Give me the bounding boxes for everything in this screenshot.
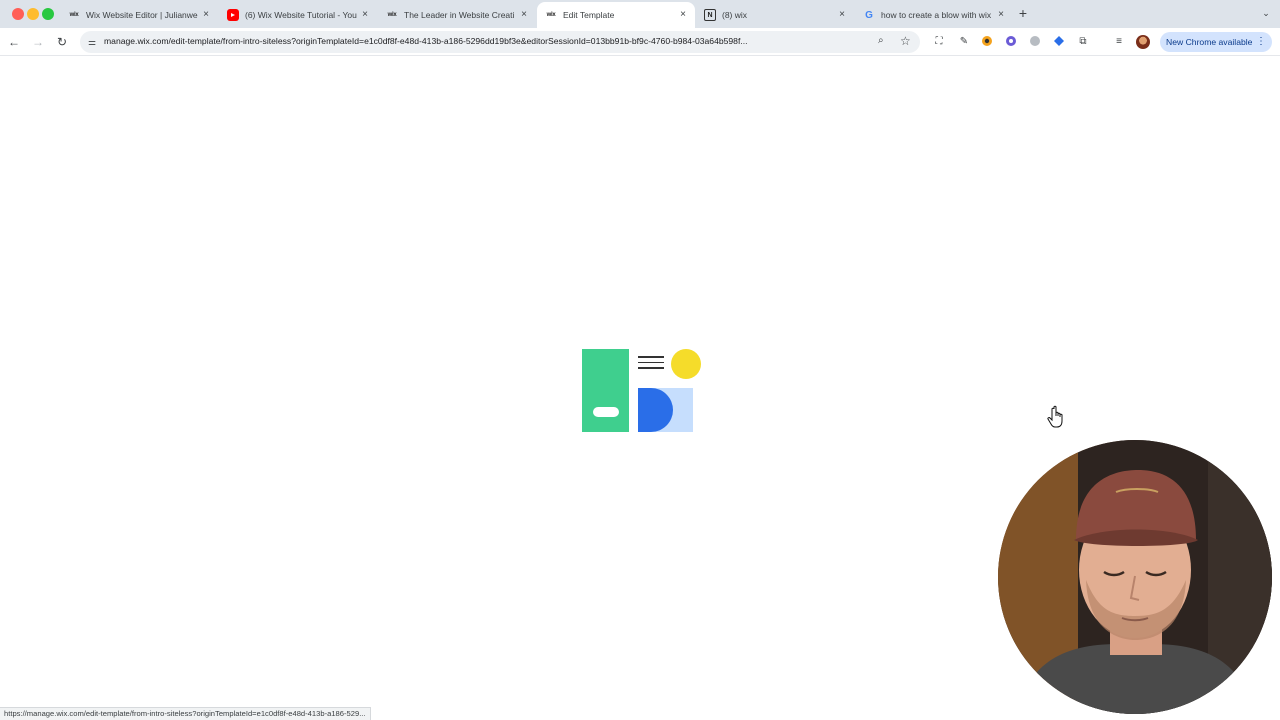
tab-title: The Leader in Website Creati <box>404 10 515 20</box>
extension-icon[interactable] <box>1004 35 1018 49</box>
youtube-icon <box>227 9 239 21</box>
tab-title: Edit Template <box>563 10 615 20</box>
presenter-video <box>998 440 1272 714</box>
status-bar-url: https://manage.wix.com/edit-template/fro… <box>0 707 371 720</box>
forward-arrow-icon[interactable]: → <box>30 34 46 50</box>
window-minimize-button[interactable] <box>27 8 39 20</box>
wix-icon: wix <box>69 12 79 18</box>
tab-wix-leader[interactable]: wix The Leader in Website Creati × <box>378 4 536 26</box>
window-close-button[interactable] <box>12 8 24 20</box>
tab-close-icon[interactable]: × <box>200 9 212 21</box>
tab-strip: wix Wix Website Editor | Julianwe × (6) … <box>0 0 1280 28</box>
wix-icon: wix <box>387 12 397 18</box>
address-url[interactable]: manage.wix.com/edit-template/from-intro-… <box>104 36 874 46</box>
extension-icon[interactable] <box>1052 35 1066 49</box>
wix-loading-illustration <box>580 348 704 438</box>
notion-icon: N <box>704 9 716 21</box>
tune-icon[interactable]: ⚌ <box>86 36 98 48</box>
screenshot-icon[interactable]: ⛶ <box>932 35 946 49</box>
browser-toolbar: ← → ↻ ⚌ manage.wix.com/edit-template/fro… <box>0 28 1280 56</box>
address-bar[interactable]: ⚌ manage.wix.com/edit-template/from-intr… <box>80 31 920 53</box>
tab-google-search[interactable]: G how to create a blow with wix × <box>855 4 1013 26</box>
loader-button-shape <box>593 407 619 417</box>
media-controls-icon[interactable]: ≡ <box>1112 35 1126 49</box>
new-tab-button[interactable]: + <box>1016 6 1030 20</box>
reload-icon[interactable]: ↻ <box>54 34 70 50</box>
back-arrow-icon[interactable]: ← <box>6 34 22 50</box>
window-zoom-button[interactable] <box>42 8 54 20</box>
puzzle-icon[interactable]: ⧉ <box>1076 35 1090 49</box>
update-chrome-button[interactable]: New Chrome available ⋮ <box>1160 32 1272 52</box>
hand-cursor-icon <box>1047 405 1063 428</box>
loader-text-lines <box>638 356 664 373</box>
kebab-menu-icon[interactable]: ⋮ <box>1256 32 1266 52</box>
extension-icon[interactable] <box>1028 35 1042 49</box>
tab-title: Wix Website Editor | Julianwe <box>86 10 198 20</box>
update-chip-label: New Chrome available <box>1166 37 1253 47</box>
star-icon[interactable]: ☆ <box>900 34 911 48</box>
loader-yellow-circle <box>671 349 701 379</box>
tab-title: (6) Wix Website Tutorial - You <box>245 10 357 20</box>
wix-icon: wix <box>546 12 556 18</box>
tab-search-chevron-icon[interactable]: ⌄ <box>1260 8 1272 20</box>
tab-close-icon[interactable]: × <box>836 9 848 21</box>
eyedropper-icon[interactable]: ✎ <box>957 35 971 49</box>
tab-close-icon[interactable]: × <box>995 9 1007 21</box>
tab-youtube[interactable]: (6) Wix Website Tutorial - You × <box>219 4 377 26</box>
tab-close-icon[interactable]: × <box>518 9 530 21</box>
loader-green-block <box>582 349 629 432</box>
tab-title: (8) wix <box>722 10 748 20</box>
zoom-icon[interactable]: ⌕ <box>878 35 884 46</box>
google-icon: G <box>865 9 873 21</box>
tab-notion-wix[interactable]: N (8) wix × <box>696 4 854 26</box>
webcam-overlay <box>998 440 1272 714</box>
tab-close-icon[interactable]: × <box>359 9 371 21</box>
tab-edit-template[interactable]: wix Edit Template × <box>537 2 695 28</box>
tab-close-icon[interactable]: × <box>677 9 689 21</box>
tab-wix-editor[interactable]: wix Wix Website Editor | Julianwe × <box>60 4 218 26</box>
tab-title: how to create a blow with wix <box>881 10 992 20</box>
profile-avatar[interactable] <box>1136 35 1150 49</box>
extension-icon[interactable] <box>980 35 994 49</box>
